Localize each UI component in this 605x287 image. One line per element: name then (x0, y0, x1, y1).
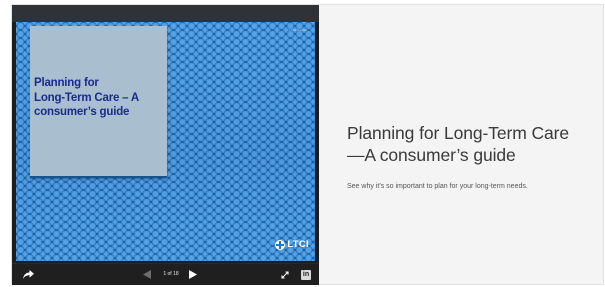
slide-title-text: Planning for Long-Term Care – A consumer… (34, 77, 140, 118)
logo-cross-icon (275, 239, 286, 250)
presentation-description: See why it’s so important to plan for yo… (347, 183, 528, 190)
presentation-info: Planning for Long-Term Care —A consumer’… (330, 5, 603, 284)
linkedin-button[interactable]: in (299, 264, 313, 285)
slide-tag: LTCI Series (289, 28, 307, 32)
expand-icon (281, 270, 289, 279)
logo-text: LTCI (287, 239, 309, 250)
ltci-logo: LTCI (275, 239, 309, 250)
slideshow-embed: LTCI Series Planning for Long-Term Care … (11, 4, 604, 285)
next-slide-button[interactable] (186, 264, 200, 285)
share-arrow-icon (22, 270, 34, 279)
player-controls: 1 of 18 in (12, 263, 319, 285)
slide-viewport[interactable]: LTCI Series Planning for Long-Term Care … (16, 22, 315, 261)
slide-counter: 1 of 18 (163, 271, 179, 277)
linkedin-icon: in (301, 269, 311, 280)
prev-triangle-icon (143, 270, 151, 279)
player-top-bar (12, 5, 319, 22)
slide-player: LTCI Series Planning for Long-Term Care … (12, 5, 319, 285)
previous-slide-button[interactable] (140, 264, 154, 285)
share-button[interactable] (19, 264, 37, 285)
next-triangle-icon (189, 270, 197, 279)
slide-title-card: Planning for Long-Term Care – A consumer… (30, 26, 167, 176)
presentation-title[interactable]: Planning for Long-Term Care —A consumer’… (347, 122, 605, 166)
fullscreen-button[interactable] (278, 264, 292, 285)
